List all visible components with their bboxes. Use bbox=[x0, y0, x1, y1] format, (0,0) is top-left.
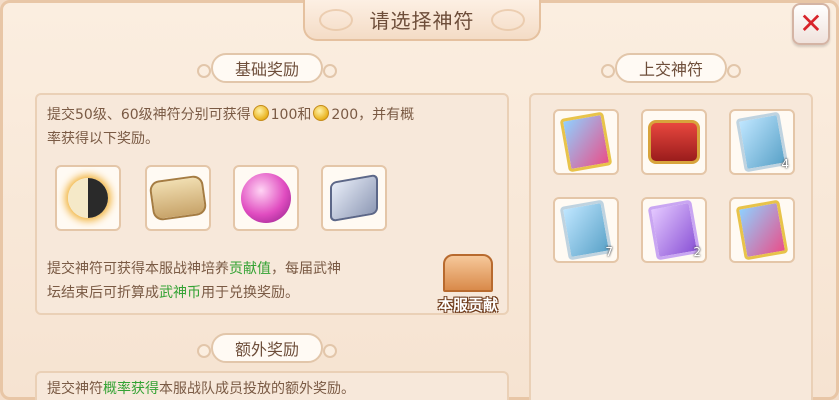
rune-count: 7 bbox=[605, 245, 613, 259]
rune-slot[interactable]: 2 bbox=[641, 197, 707, 263]
red-treasure-chest-icon bbox=[648, 120, 700, 164]
server-contribution-label: 本服贡献 bbox=[437, 296, 498, 314]
dialog-title: 请选择神符 bbox=[369, 8, 475, 33]
highlight-text: 概率获得 bbox=[103, 381, 159, 397]
submit-runes-title: 上交神符 bbox=[639, 60, 704, 79]
rune-slot[interactable]: 7 bbox=[553, 197, 619, 263]
stone-tablet-icon bbox=[330, 173, 378, 223]
extra-rewards-header: 额外奖励 bbox=[197, 333, 337, 363]
rune-slot[interactable] bbox=[553, 109, 619, 175]
rune-select-dialog: 请选择神符 ✕ 基础奖励 提交50级、60级神符分别可获得 100和 200，并有概… bbox=[0, 0, 839, 400]
contribution-desc: 提交神符可获得本服战神培养贡献值，每届武神 坛结束后可折算成武神币用于兑换奖励。 bbox=[47, 257, 427, 305]
gold-rune-card-icon bbox=[735, 199, 789, 261]
desc-text: 提交神符可获得本服战神培养 bbox=[47, 261, 229, 277]
yin-yang-orb-icon bbox=[68, 178, 108, 218]
gate-icon bbox=[443, 254, 493, 292]
server-contribution-button[interactable]: 本服贡献 bbox=[430, 251, 506, 315]
highlight-text: 武神币 bbox=[159, 285, 201, 301]
coin-icon bbox=[313, 105, 330, 121]
extra-rewards-title: 额外奖励 bbox=[235, 340, 300, 359]
rune-count: 2 bbox=[693, 245, 701, 259]
reward-item-slot[interactable] bbox=[233, 165, 299, 231]
submit-runes-header: 上交神符 bbox=[601, 53, 741, 83]
rune-slot[interactable] bbox=[641, 109, 707, 175]
close-icon: ✕ bbox=[799, 7, 823, 40]
basic-rewards-title: 基础奖励 bbox=[235, 60, 300, 79]
reward-item-slot[interactable] bbox=[55, 165, 121, 231]
basic-rewards-header: 基础奖励 bbox=[197, 53, 337, 83]
desc-text: 提交50级、60级神符分别可获得 bbox=[47, 107, 251, 123]
reward-item-slot[interactable] bbox=[321, 165, 387, 231]
desc-text: 提交神符 bbox=[47, 381, 103, 397]
desc-text: 200，并有概 bbox=[331, 107, 415, 123]
scroll-icon bbox=[148, 174, 208, 222]
reward-item-slot[interactable] bbox=[145, 165, 211, 231]
desc-text: 100和 bbox=[270, 107, 312, 123]
rune-count: 4 bbox=[781, 157, 789, 171]
gold-rune-card-icon bbox=[559, 111, 613, 173]
basic-rewards-desc: 提交50级、60级神符分别可获得 100和 200，并有概 率获得以下奖励。 bbox=[47, 103, 503, 151]
desc-text: ，每届武神 bbox=[271, 261, 341, 277]
desc-text: 率获得以下奖励。 bbox=[47, 131, 159, 147]
desc-text: 本服战队成员投放的额外奖励。 bbox=[159, 381, 355, 397]
extra-rewards-desc: 提交神符概率获得本服战队成员投放的额外奖励。 bbox=[47, 377, 503, 400]
highlight-text: 贡献值 bbox=[229, 261, 271, 277]
rune-slot[interactable]: 4 bbox=[729, 109, 795, 175]
desc-text: 坛结束后可折算成 bbox=[47, 285, 159, 301]
dialog-title-tab: 请选择神符 bbox=[303, 0, 541, 41]
close-button[interactable]: ✕ bbox=[792, 3, 830, 45]
rune-slot[interactable] bbox=[729, 197, 795, 263]
desc-text: 用于兑换奖励。 bbox=[201, 285, 299, 301]
pink-orb-icon bbox=[241, 173, 291, 223]
coin-icon bbox=[252, 105, 269, 121]
cloud-ornament-icon bbox=[491, 9, 525, 31]
cloud-ornament-icon bbox=[319, 9, 353, 31]
